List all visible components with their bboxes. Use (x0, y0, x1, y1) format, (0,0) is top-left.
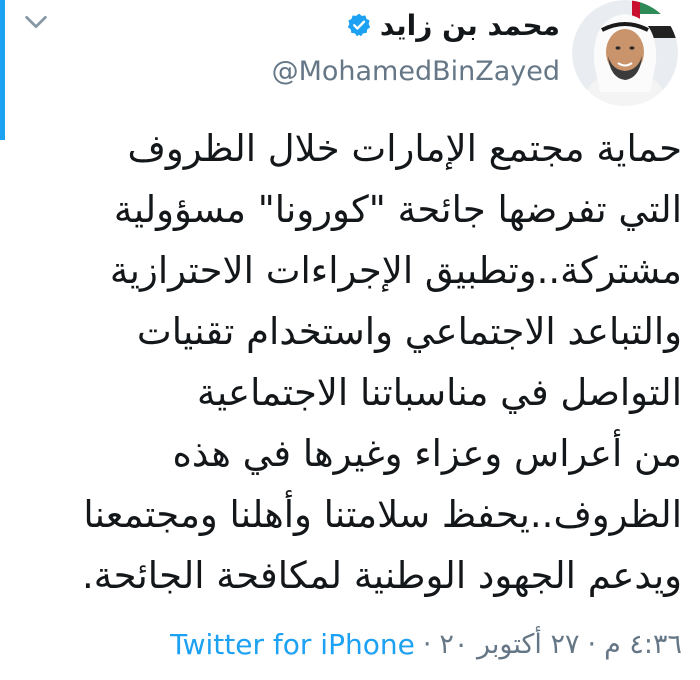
tweet-text: حماية مجتمع الإمارات خلال الظروف التي تف… (42, 118, 682, 606)
meta-separator: · (422, 628, 432, 660)
tweet-meta: ٤:٣٦ م · ٢٧ أكتوبر ٢٠ · Twitter for iPho… (170, 622, 682, 666)
author-name-row[interactable]: محمد بن زايد (140, 8, 560, 42)
chevron-down-icon[interactable] (22, 8, 50, 36)
author-display-name[interactable]: محمد بن زايد (380, 9, 560, 42)
verified-badge-icon (347, 13, 371, 37)
tweet-text-line: من أعراس وعزاء وغيرها في هذه (172, 432, 682, 475)
tweet-text-line: الظروف..يحفظ سلامتنا وأهلنا ومجتمعنا (83, 493, 682, 536)
meta-separator: · (587, 628, 597, 660)
tweet-card: محمد بن زايد @MohamedBinZayed حماية مجتم… (0, 0, 700, 680)
avatar[interactable] (572, 0, 678, 106)
author-handle[interactable]: @MohamedBinZayed (140, 56, 560, 87)
tweet-time[interactable]: ٤:٣٦ م (604, 629, 682, 660)
tweet-text-line: مشتركة..وتطبيق الإجراءات الاحترازية (109, 249, 682, 292)
tweet-header: محمد بن زايد @MohamedBinZayed (140, 0, 560, 88)
tweet-text-line: ويدعم الجهود الوطنية لمكافحة الجائحة. (82, 554, 682, 597)
tweet-text-line: حماية مجتمع الإمارات خلال الظروف (127, 127, 683, 170)
tweet-text-line: التواصل في مناسباتنا الاجتماعية (197, 371, 682, 414)
tweet-text-line: التي تفرضها جائحة "كورونا" مسؤولية (113, 188, 682, 231)
profile-photo-icon (572, 0, 678, 106)
tweet-text-line: والتباعد الاجتماعي واستخدام تقنيات (136, 310, 682, 353)
tweet-date[interactable]: ٢٧ أكتوبر ٢٠ (439, 629, 579, 660)
tweet-source-link[interactable]: Twitter for iPhone (170, 628, 415, 661)
scroll-indicator (0, 0, 5, 140)
